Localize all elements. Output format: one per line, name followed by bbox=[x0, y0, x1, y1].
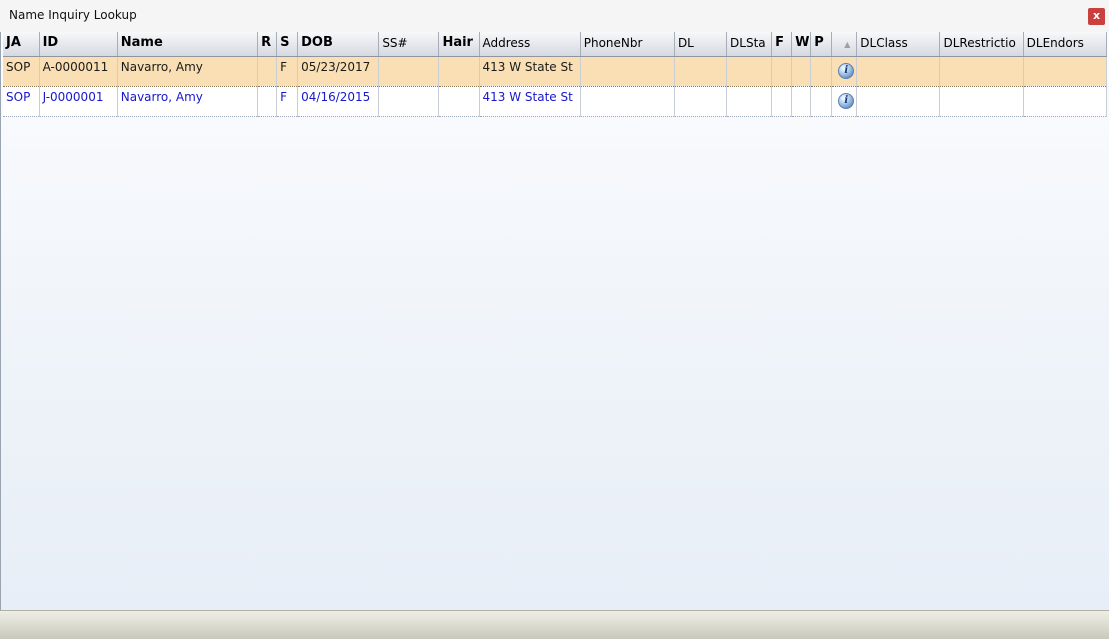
table-row[interactable]: SOP J-0000001 Navarro, Amy F 04/16/2015 413 W… bbox=[3, 86, 1108, 117]
cell-dlrestriction[interactable] bbox=[939, 86, 1024, 117]
window-title: Name Inquiry Lookup bbox=[9, 8, 137, 22]
cell-info[interactable]: i bbox=[831, 56, 858, 87]
column-header-hair[interactable]: Hair bbox=[438, 32, 480, 57]
cell-p[interactable] bbox=[810, 56, 833, 87]
column-header-f[interactable]: F bbox=[771, 32, 793, 57]
cell-r[interactable] bbox=[257, 56, 278, 87]
cell-dlendors[interactable] bbox=[1023, 56, 1108, 87]
cell-address[interactable]: 413 W State St bbox=[479, 56, 581, 87]
cell-hair[interactable] bbox=[438, 86, 480, 117]
column-header-info[interactable]: ▲ bbox=[831, 32, 858, 57]
cell-dlendors[interactable] bbox=[1023, 86, 1108, 117]
column-header-dlclass[interactable]: DLClass bbox=[856, 32, 941, 57]
results-grid: JA ID Name R S DOB SS# Hair Address PhoneNbr DL DLS… bbox=[3, 32, 1108, 117]
cell-hair[interactable] bbox=[438, 56, 480, 87]
column-header-p[interactable]: P bbox=[810, 32, 833, 57]
column-header-r[interactable]: R bbox=[257, 32, 278, 57]
cell-f[interactable] bbox=[771, 56, 793, 87]
column-header-dlsta[interactable]: DLSta bbox=[726, 32, 773, 57]
cell-dlsta[interactable] bbox=[726, 56, 773, 87]
sort-ascending-icon: ▲ bbox=[844, 40, 851, 49]
cell-p[interactable] bbox=[810, 86, 833, 117]
cell-ja[interactable]: SOP bbox=[3, 56, 40, 87]
cell-dob[interactable]: 04/16/2015 bbox=[297, 86, 380, 117]
close-button[interactable]: x bbox=[1088, 8, 1105, 25]
cell-dlclass[interactable] bbox=[856, 56, 941, 87]
info-icon[interactable]: i bbox=[838, 93, 855, 109]
grid-body: SOP A-0000011 Navarro, Amy F 05/23/2017 413 W… bbox=[3, 56, 1108, 117]
column-header-address[interactable]: Address bbox=[479, 32, 581, 57]
cell-dlsta[interactable] bbox=[726, 86, 773, 117]
cell-f[interactable] bbox=[771, 86, 793, 117]
grid-header-row: JA ID Name R S DOB SS# Hair Address PhoneNbr DL DLS… bbox=[3, 32, 1108, 57]
column-header-dl[interactable]: DL bbox=[674, 32, 728, 57]
column-header-dlrestriction[interactable]: DLRestrictio bbox=[939, 32, 1024, 57]
cell-w[interactable] bbox=[791, 86, 812, 117]
cell-dlclass[interactable] bbox=[856, 86, 941, 117]
table-row[interactable]: SOP A-0000011 Navarro, Amy F 05/23/2017 413 W… bbox=[3, 56, 1108, 87]
cell-phone[interactable] bbox=[580, 56, 675, 87]
cell-dlrestriction[interactable] bbox=[939, 56, 1024, 87]
column-header-name[interactable]: Name bbox=[117, 32, 259, 57]
cell-info[interactable]: i bbox=[831, 86, 858, 117]
cell-address[interactable]: 413 W State St bbox=[479, 86, 581, 117]
column-header-phone[interactable]: PhoneNbr bbox=[580, 32, 675, 57]
cell-s[interactable]: F bbox=[276, 56, 299, 87]
column-header-ss[interactable]: SS# bbox=[378, 32, 440, 57]
cell-name[interactable]: Navarro, Amy bbox=[117, 56, 259, 87]
column-header-s[interactable]: S bbox=[276, 32, 299, 57]
cell-name[interactable]: Navarro, Amy bbox=[117, 86, 259, 117]
info-icon[interactable]: i bbox=[838, 63, 855, 79]
cell-dob[interactable]: 05/23/2017 bbox=[297, 56, 380, 87]
cell-ss[interactable] bbox=[378, 86, 440, 117]
cell-dl[interactable] bbox=[674, 86, 728, 117]
cell-id[interactable]: A-0000011 bbox=[39, 56, 118, 87]
cell-ja[interactable]: SOP bbox=[3, 86, 40, 117]
cell-w[interactable] bbox=[791, 56, 812, 87]
cell-r[interactable] bbox=[257, 86, 278, 117]
cell-dl[interactable] bbox=[674, 56, 728, 87]
cell-s[interactable]: F bbox=[276, 86, 299, 117]
column-header-dlendors[interactable]: DLEndors bbox=[1023, 32, 1108, 57]
column-header-w[interactable]: W bbox=[791, 32, 812, 57]
column-header-id[interactable]: ID bbox=[39, 32, 118, 57]
title-bar: Name Inquiry Lookup x bbox=[0, 0, 1109, 33]
cell-ss[interactable] bbox=[378, 56, 440, 87]
column-header-dob[interactable]: DOB bbox=[297, 32, 380, 57]
cell-phone[interactable] bbox=[580, 86, 675, 117]
cell-id[interactable]: J-0000001 bbox=[39, 86, 118, 117]
results-grid-area[interactable]: JA ID Name R S DOB SS# Hair Address PhoneNbr DL DLS… bbox=[0, 32, 1109, 610]
status-bar bbox=[0, 610, 1109, 639]
column-header-ja[interactable]: JA bbox=[3, 32, 40, 57]
